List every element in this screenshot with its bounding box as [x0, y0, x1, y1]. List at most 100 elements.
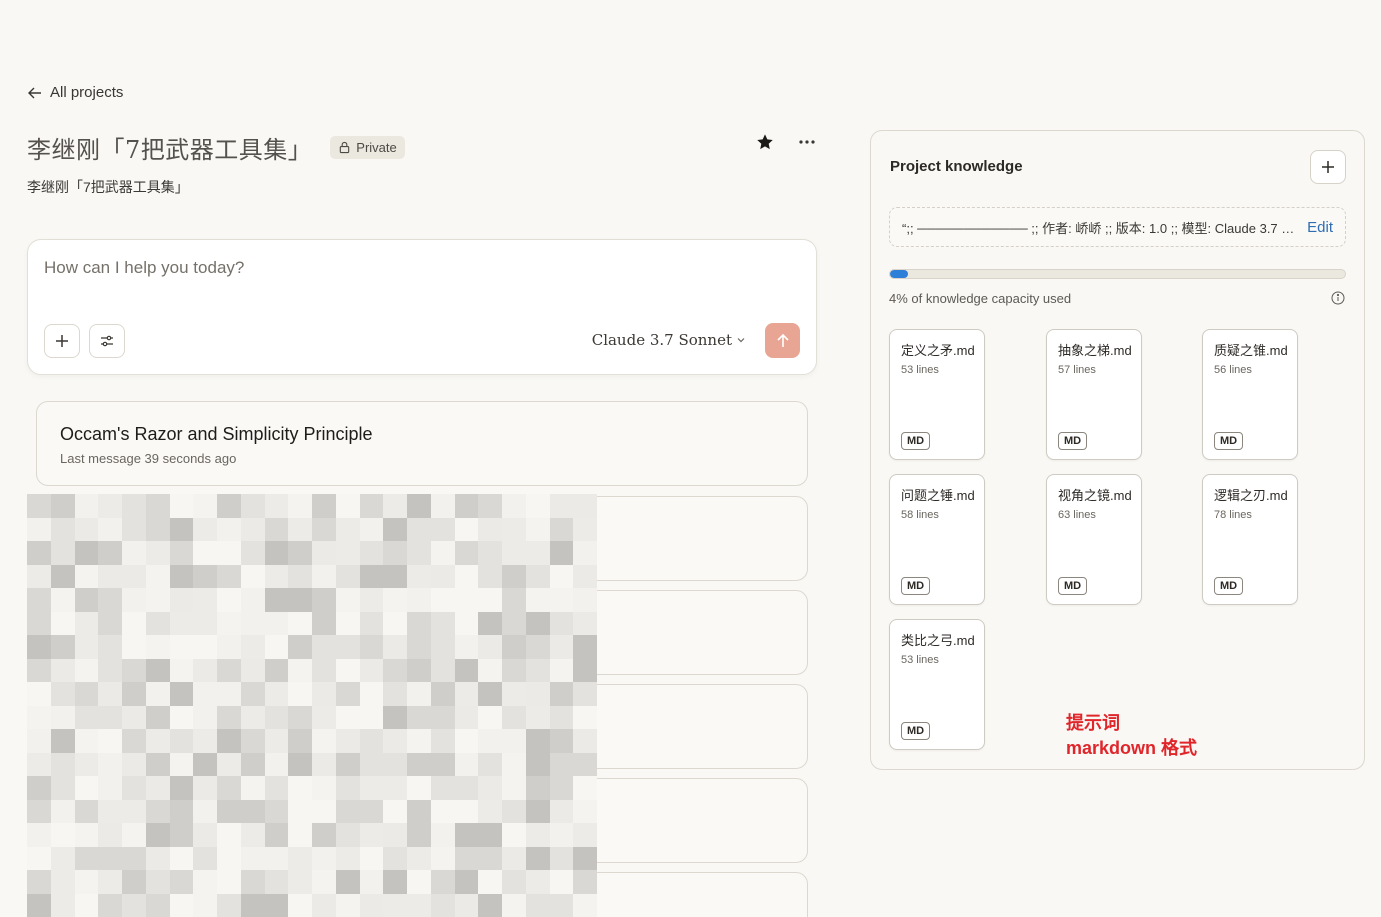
redaction-pixel [502, 635, 526, 659]
model-selector[interactable]: Claude 3.7 Sonnet [592, 331, 746, 349]
redaction-pixel [312, 658, 336, 682]
file-lines: 53 lines [901, 364, 939, 376]
redaction-pixel [98, 564, 122, 588]
redaction-pixel [122, 658, 146, 682]
redaction-pixel [549, 611, 574, 635]
redaction-pixel [573, 494, 597, 518]
redaction-pixel [359, 705, 384, 729]
redaction-pixel [454, 494, 479, 518]
redaction-pixel [454, 517, 479, 541]
redaction-pixel [335, 870, 360, 894]
redaction-pixel [502, 705, 526, 729]
redaction-pixel [573, 870, 597, 894]
all-projects-link[interactable]: All projects [27, 84, 123, 101]
star-button[interactable] [755, 132, 775, 152]
redaction-pixel [502, 517, 526, 541]
redaction-pixel [430, 776, 455, 800]
redaction-pixel [288, 776, 312, 800]
redaction-pixel [74, 635, 99, 659]
redaction-pixel [312, 611, 336, 635]
redaction-pixel [525, 870, 550, 894]
redaction-pixel [27, 635, 51, 659]
file-name: 抽象之梯.md [1058, 343, 1132, 358]
file-name: 质疑之锥.md [1214, 343, 1288, 358]
knowledge-file-card[interactable]: 逻辑之刃.md 78 lines MD [1202, 474, 1298, 605]
redaction-pixel [502, 799, 526, 823]
redaction-pixel [240, 823, 265, 847]
redaction-pixel [573, 682, 597, 706]
file-type-badge: MD [1058, 432, 1088, 450]
redaction-pixel [430, 893, 455, 917]
redaction-pixel [549, 752, 574, 776]
redaction-pixel [430, 799, 455, 823]
send-button[interactable] [765, 323, 800, 358]
redaction-pixel [169, 541, 194, 565]
redaction-pixel [502, 564, 526, 588]
redaction-pixel [407, 752, 431, 776]
redaction-pixel [407, 658, 431, 682]
knowledge-file-card[interactable]: 质疑之锥.md 56 lines MD [1202, 329, 1298, 460]
redaction-pixel [217, 870, 241, 894]
redaction-pixel [502, 611, 526, 635]
add-content-button[interactable] [44, 324, 80, 358]
redaction-pixel [525, 823, 550, 847]
redaction-pixel [502, 588, 526, 612]
more-options-button[interactable] [797, 132, 817, 152]
redaction-pixel [50, 517, 75, 541]
redaction-pixel [288, 635, 312, 659]
redaction-pixel [359, 776, 384, 800]
edit-instructions-button[interactable]: Edit [1307, 219, 1333, 236]
redaction-pixel [122, 494, 146, 518]
redaction-pixel [50, 658, 75, 682]
redaction-pixel [573, 658, 597, 682]
redaction-pixel [430, 823, 455, 847]
redaction-pixel [240, 541, 265, 565]
redaction-pixel [264, 588, 289, 612]
knowledge-file-card[interactable]: 视角之镜.md 63 lines MD [1046, 474, 1142, 605]
redaction-pixel [27, 682, 51, 706]
redaction-pixel [145, 517, 170, 541]
redaction-pixel [74, 705, 99, 729]
redaction-pixel [407, 870, 431, 894]
redaction-pixel [383, 823, 407, 847]
redaction-pixel [27, 588, 51, 612]
message-input[interactable] [44, 258, 784, 278]
project-instructions: “;; ──────────── ;; 作者: 峤峤 ;; 版本: 1.0 ;;… [889, 207, 1346, 247]
file-lines: 57 lines [1058, 364, 1096, 376]
redaction-pixel [573, 588, 597, 612]
chat-item[interactable]: Occam's Razor and Simplicity Principle L… [36, 401, 808, 486]
redaction-pixel [240, 799, 265, 823]
redaction-pixel [74, 846, 99, 870]
knowledge-file-card[interactable]: 定义之矛.md 53 lines MD [889, 329, 985, 460]
redaction-pixel [74, 752, 99, 776]
redaction-pixel [122, 635, 146, 659]
redaction-pixel [74, 823, 99, 847]
redaction-pixel [478, 893, 502, 917]
info-icon[interactable] [1331, 291, 1345, 305]
redaction-pixel [454, 799, 479, 823]
redaction-pixel [169, 799, 194, 823]
redaction-pixel [193, 776, 217, 800]
redaction-pixel [407, 611, 431, 635]
redaction-pixel [264, 635, 289, 659]
redaction-pixel [74, 658, 99, 682]
redaction-pixel [145, 635, 170, 659]
redaction-pixel [240, 658, 265, 682]
redaction-pixel [312, 635, 336, 659]
redaction-pixel [359, 635, 384, 659]
redaction-pixel [359, 564, 384, 588]
star-icon [757, 134, 773, 150]
redaction-pixel [50, 729, 75, 753]
redaction-pixel [50, 893, 75, 917]
redaction-pixel [335, 611, 360, 635]
redaction-pixel [169, 564, 194, 588]
redaction-pixel [573, 635, 597, 659]
tools-button[interactable] [89, 324, 125, 358]
capacity-bar [889, 269, 1346, 279]
add-knowledge-button[interactable] [1310, 150, 1346, 184]
knowledge-file-card[interactable]: 抽象之梯.md 57 lines MD [1046, 329, 1142, 460]
redaction-pixel [383, 682, 407, 706]
knowledge-file-card[interactable]: 类比之弓.md 53 lines MD [889, 619, 985, 750]
knowledge-file-card[interactable]: 问题之锤.md 58 lines MD [889, 474, 985, 605]
redaction-pixel [502, 494, 526, 518]
